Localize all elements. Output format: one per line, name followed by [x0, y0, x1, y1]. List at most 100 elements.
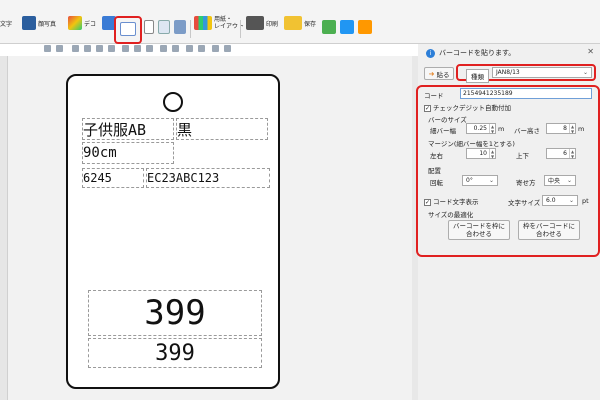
price-large-field[interactable]: 399	[88, 290, 262, 336]
paste-icon[interactable]	[96, 45, 103, 52]
bar-height-unit: m	[578, 125, 585, 133]
bar-height-value: 8	[563, 125, 567, 132]
lr-margin-value: 10	[479, 150, 487, 157]
save-button[interactable]: 保存	[284, 10, 316, 36]
paste-button[interactable]: ➜ 貼る	[424, 67, 454, 80]
toolbar-divider	[240, 20, 241, 38]
delete-icon[interactable]	[108, 45, 115, 52]
align-center-icon[interactable]	[134, 45, 141, 52]
narrow-bar-value: 0.25	[473, 125, 487, 132]
photo-icon	[22, 16, 36, 30]
chevron-down-icon: ⌄	[568, 197, 574, 204]
number-field[interactable]: 6245	[82, 168, 144, 188]
table-icon[interactable]	[158, 20, 170, 34]
barcode-tool-highlight	[114, 16, 142, 44]
photo-tool-button[interactable]: 顔写真	[22, 10, 56, 36]
paper-layout-button[interactable]: 用紙・ レイアウト	[194, 10, 244, 36]
info-icon: i	[426, 48, 435, 58]
show-text-checkbox[interactable]: ✓ コード文字表示	[424, 196, 479, 206]
product-name-field[interactable]: 子供服AB	[82, 118, 174, 140]
fit-barcode-button[interactable]: バーコードを枠に 合わせる	[448, 220, 510, 240]
font-size-label: 文字サイズ	[508, 199, 541, 207]
photo-tool-label: 顔写真	[38, 20, 57, 28]
font-size-select[interactable]: 6.0 ⌄	[542, 195, 578, 206]
cut-icon[interactable]	[72, 45, 79, 52]
fit-frame-line1: 枠をバーコードに	[523, 222, 575, 230]
spinner-icon[interactable]: ▲ ▼	[489, 149, 495, 159]
close-icon[interactable]: ✕	[587, 47, 594, 56]
layout-label: 配置	[428, 167, 441, 175]
save-label: 保存	[304, 20, 317, 28]
deco-icon	[68, 16, 82, 30]
code-label: コード	[424, 92, 444, 100]
type-select-value: JAN8/13	[496, 69, 520, 76]
print-label: 印刷	[266, 20, 279, 28]
bar-height-label: バー高さ	[514, 127, 540, 135]
export-icon[interactable]	[322, 20, 336, 34]
send-back-icon[interactable]	[172, 45, 179, 52]
price-small-field[interactable]: 399	[88, 338, 262, 368]
narrow-bar-label: 細バー幅	[430, 127, 456, 135]
image-icon[interactable]	[174, 20, 186, 34]
text-tool-button[interactable]: 文字	[0, 10, 12, 36]
align-value: 中央	[548, 178, 561, 185]
tb-margin-input[interactable]: 6 ▲ ▼	[546, 148, 576, 159]
editor-canvas[interactable]: 子供服AB 黒 90cm 6245 EC23ABC123 399 399	[0, 56, 418, 400]
paste-button-label: 貼る	[436, 70, 450, 79]
type-select[interactable]: JAN8/13 ⌄	[492, 67, 592, 78]
code-field[interactable]: EC23ABC123	[146, 168, 270, 188]
hang-tag[interactable]: 子供服AB 黒 90cm 6245 EC23ABC123 399 399	[66, 74, 280, 389]
align-label: 寄せ方	[516, 179, 536, 187]
code-input[interactable]: 2154941235189	[460, 88, 592, 99]
spinner-icon[interactable]: ▲ ▼	[489, 124, 495, 134]
align-left-icon[interactable]	[122, 45, 129, 52]
printer-icon	[246, 16, 264, 30]
deco-tool-button[interactable]: デコ	[68, 10, 96, 36]
copy-icon[interactable]	[84, 45, 91, 52]
print-button[interactable]: 印刷	[246, 10, 278, 36]
grid-icon[interactable]	[212, 45, 219, 52]
rotate-select[interactable]: 0° ⌄	[462, 175, 498, 186]
undo-icon[interactable]	[44, 45, 51, 52]
checkbox-icon: ✓	[424, 104, 431, 112]
rotate-value: 0°	[466, 177, 473, 184]
align-select[interactable]: 中央 ⌄	[544, 175, 576, 186]
import-icon[interactable]	[340, 20, 354, 34]
tag-hole	[163, 92, 183, 112]
fit-frame-button[interactable]: 枠をバーコードに 合わせる	[518, 220, 580, 240]
tb-margin-value: 6	[563, 150, 567, 157]
chevron-down-icon: ⌄	[488, 177, 494, 184]
chevron-down-icon: ⌄	[566, 177, 572, 184]
align-right-icon[interactable]	[146, 45, 153, 52]
paper-layout-icon	[194, 16, 212, 30]
color-field[interactable]: 黒	[176, 118, 268, 140]
type-label: 種類	[466, 69, 489, 83]
bring-front-icon[interactable]	[160, 45, 167, 52]
font-size-value: 6.0	[546, 197, 556, 204]
font-size-unit: pt	[582, 197, 589, 205]
info-tool-icon[interactable]	[144, 20, 154, 34]
narrow-bar-input[interactable]: 0.25 ▲ ▼	[466, 123, 496, 134]
deco-tool-label: デコ	[84, 20, 97, 28]
bar-height-input[interactable]: 8 ▲ ▼	[546, 123, 576, 134]
zoom-icon[interactable]	[224, 45, 231, 52]
size-field[interactable]: 90cm	[82, 142, 174, 164]
panel-title: バーコードを貼ります。	[439, 49, 516, 57]
spinner-icon[interactable]: ▲ ▼	[569, 149, 575, 159]
show-text-label: コード文字表示	[433, 198, 479, 206]
group-icon[interactable]	[186, 45, 193, 52]
check-digit-checkbox[interactable]: ✓ チェックデジット自動付加	[424, 102, 511, 112]
rotate-label: 回転	[430, 179, 443, 187]
folder-icon	[284, 16, 302, 30]
redo-icon[interactable]	[56, 45, 63, 52]
edit-toolbar	[0, 44, 420, 56]
lr-margin-input[interactable]: 10 ▲ ▼	[466, 148, 496, 159]
spinner-icon[interactable]: ▲ ▼	[569, 124, 575, 134]
tb-margin-label: 上下	[516, 152, 529, 160]
share-icon[interactable]	[358, 20, 372, 34]
panel-header: i バーコードを貼ります。	[418, 44, 600, 62]
check-digit-label: チェックデジット自動付加	[433, 104, 511, 112]
barcode-panel: i バーコードを貼ります。 ✕ ➜ 貼る 種類 JAN8/13 ⌄ コード 21…	[416, 44, 600, 400]
fit-barcode-line1: バーコードを枠に	[453, 222, 505, 230]
ungroup-icon[interactable]	[198, 45, 205, 52]
